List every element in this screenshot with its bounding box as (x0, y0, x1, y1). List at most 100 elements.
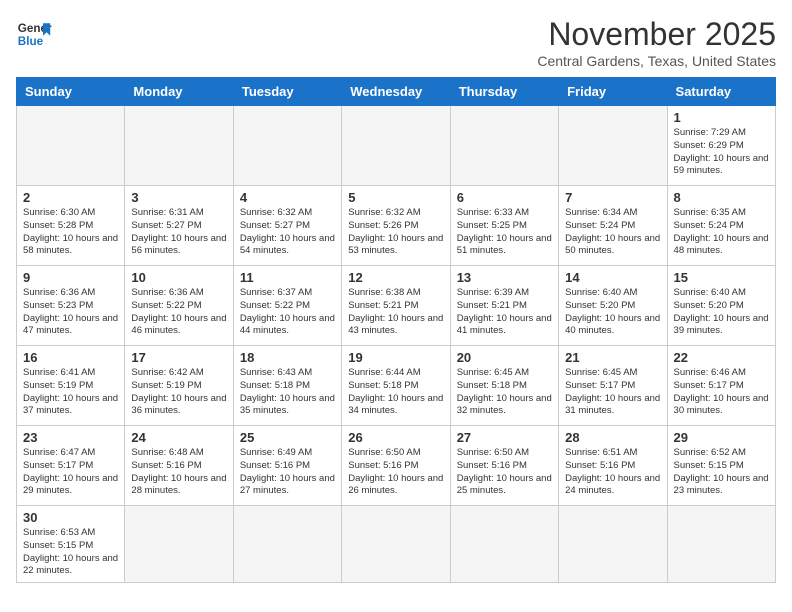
calendar-cell: 29 Sunrise: 6:52 AM Sunset: 5:15 PM Dayli… (667, 426, 775, 506)
day-info: Sunrise: 6:51 AM Sunset: 5:16 PM Dayligh… (565, 447, 660, 498)
day-number: 17 (131, 350, 226, 365)
calendar-cell: 2 Sunrise: 6:30 AM Sunset: 5:28 PM Daylig… (17, 186, 125, 266)
day-info: Sunrise: 6:50 AM Sunset: 5:16 PM Dayligh… (348, 447, 443, 498)
day-number: 23 (23, 430, 118, 445)
calendar-cell: 18 Sunrise: 6:43 AM Sunset: 5:18 PM Dayli… (233, 346, 341, 426)
day-info: Sunrise: 6:53 AM Sunset: 5:15 PM Dayligh… (23, 527, 118, 578)
calendar-cell (233, 506, 341, 583)
day-info: Sunrise: 7:29 AM Sunset: 6:29 PM Dayligh… (674, 127, 769, 178)
day-info: Sunrise: 6:43 AM Sunset: 5:18 PM Dayligh… (240, 367, 335, 418)
day-number: 10 (131, 270, 226, 285)
calendar-cell: 7 Sunrise: 6:34 AM Sunset: 5:24 PM Daylig… (559, 186, 667, 266)
day-number: 11 (240, 270, 335, 285)
logo: General Blue (16, 16, 52, 52)
weekday-header-friday: Friday (559, 78, 667, 106)
day-number: 9 (23, 270, 118, 285)
day-number: 25 (240, 430, 335, 445)
day-number: 2 (23, 190, 118, 205)
weekday-header-wednesday: Wednesday (342, 78, 450, 106)
calendar-cell: 26 Sunrise: 6:50 AM Sunset: 5:16 PM Dayli… (342, 426, 450, 506)
day-info: Sunrise: 6:40 AM Sunset: 5:20 PM Dayligh… (565, 287, 660, 338)
day-number: 8 (674, 190, 769, 205)
day-number: 7 (565, 190, 660, 205)
calendar-cell: 27 Sunrise: 6:50 AM Sunset: 5:16 PM Dayli… (450, 426, 558, 506)
calendar-cell: 10Sunrise: 6:36 AM Sunset: 5:22 PM Dayli… (125, 266, 233, 346)
logo-icon: General Blue (16, 16, 52, 52)
calendar-cell: 15Sunrise: 6:40 AM Sunset: 5:20 PM Dayli… (667, 266, 775, 346)
day-number: 18 (240, 350, 335, 365)
day-info: Sunrise: 6:49 AM Sunset: 5:16 PM Dayligh… (240, 447, 335, 498)
weekday-header-monday: Monday (125, 78, 233, 106)
calendar-cell (667, 506, 775, 583)
calendar-cell (342, 506, 450, 583)
day-info: Sunrise: 6:30 AM Sunset: 5:28 PM Dayligh… (23, 207, 118, 258)
weekday-header-tuesday: Tuesday (233, 78, 341, 106)
calendar-cell: 30 Sunrise: 6:53 AM Sunset: 5:15 PM Dayli… (17, 506, 125, 583)
calendar-cell: 6Sunrise: 6:33 AM Sunset: 5:25 PM Daylig… (450, 186, 558, 266)
calendar-cell (559, 106, 667, 186)
calendar-cell: 4Sunrise: 6:32 AM Sunset: 5:27 PM Daylig… (233, 186, 341, 266)
calendar-cell: 12Sunrise: 6:38 AM Sunset: 5:21 PM Dayli… (342, 266, 450, 346)
calendar-cell: 9 Sunrise: 6:36 AM Sunset: 5:23 PM Daylig… (17, 266, 125, 346)
calendar-cell (233, 106, 341, 186)
calendar-cell: 3 Sunrise: 6:31 AM Sunset: 5:27 PM Daylig… (125, 186, 233, 266)
day-number: 27 (457, 430, 552, 445)
day-number: 21 (565, 350, 660, 365)
calendar-cell (450, 106, 558, 186)
calendar-row-1: 2 Sunrise: 6:30 AM Sunset: 5:28 PM Daylig… (17, 186, 776, 266)
calendar-cell: 28 Sunrise: 6:51 AM Sunset: 5:16 PM Dayli… (559, 426, 667, 506)
day-info: Sunrise: 6:41 AM Sunset: 5:19 PM Dayligh… (23, 367, 118, 418)
day-info: Sunrise: 6:42 AM Sunset: 5:19 PM Dayligh… (131, 367, 226, 418)
calendar-cell (17, 106, 125, 186)
day-number: 28 (565, 430, 660, 445)
title-section: November 2025 Central Gardens, Texas, Un… (537, 16, 776, 69)
day-info: Sunrise: 6:32 AM Sunset: 5:26 PM Dayligh… (348, 207, 443, 258)
calendar-table: SundayMondayTuesdayWednesdayThursdayFrid… (16, 77, 776, 583)
calendar-cell: 22 Sunrise: 6:46 AM Sunset: 5:17 PM Dayli… (667, 346, 775, 426)
calendar-cell: 24 Sunrise: 6:48 AM Sunset: 5:16 PM Dayli… (125, 426, 233, 506)
calendar-cell: 17 Sunrise: 6:42 AM Sunset: 5:19 PM Dayli… (125, 346, 233, 426)
calendar-cell: 11Sunrise: 6:37 AM Sunset: 5:22 PM Dayli… (233, 266, 341, 346)
day-number: 6 (457, 190, 552, 205)
calendar-cell: 19 Sunrise: 6:44 AM Sunset: 5:18 PM Dayli… (342, 346, 450, 426)
day-number: 19 (348, 350, 443, 365)
calendar-cell: 8 Sunrise: 6:35 AM Sunset: 5:24 PM Daylig… (667, 186, 775, 266)
day-number: 24 (131, 430, 226, 445)
calendar-cell: 5 Sunrise: 6:32 AM Sunset: 5:26 PM Daylig… (342, 186, 450, 266)
day-info: Sunrise: 6:38 AM Sunset: 5:21 PM Dayligh… (348, 287, 443, 338)
day-info: Sunrise: 6:31 AM Sunset: 5:27 PM Dayligh… (131, 207, 226, 258)
day-info: Sunrise: 6:46 AM Sunset: 5:17 PM Dayligh… (674, 367, 769, 418)
calendar-cell: 1Sunrise: 7:29 AM Sunset: 6:29 PM Daylig… (667, 106, 775, 186)
calendar-cell (559, 506, 667, 583)
calendar-cell: 23Sunrise: 6:47 AM Sunset: 5:17 PM Dayli… (17, 426, 125, 506)
day-info: Sunrise: 6:52 AM Sunset: 5:15 PM Dayligh… (674, 447, 769, 498)
day-info: Sunrise: 6:32 AM Sunset: 5:27 PM Dayligh… (240, 207, 335, 258)
day-number: 15 (674, 270, 769, 285)
day-number: 3 (131, 190, 226, 205)
day-info: Sunrise: 6:36 AM Sunset: 5:23 PM Dayligh… (23, 287, 118, 338)
month-title: November 2025 (537, 16, 776, 53)
calendar-row-2: 9 Sunrise: 6:36 AM Sunset: 5:23 PM Daylig… (17, 266, 776, 346)
day-info: Sunrise: 6:35 AM Sunset: 5:24 PM Dayligh… (674, 207, 769, 258)
day-info: Sunrise: 6:48 AM Sunset: 5:16 PM Dayligh… (131, 447, 226, 498)
day-number: 16 (23, 350, 118, 365)
day-info: Sunrise: 6:39 AM Sunset: 5:21 PM Dayligh… (457, 287, 552, 338)
calendar-cell (450, 506, 558, 583)
day-info: Sunrise: 6:50 AM Sunset: 5:16 PM Dayligh… (457, 447, 552, 498)
day-info: Sunrise: 6:45 AM Sunset: 5:17 PM Dayligh… (565, 367, 660, 418)
day-number: 26 (348, 430, 443, 445)
day-number: 5 (348, 190, 443, 205)
day-number: 22 (674, 350, 769, 365)
day-info: Sunrise: 6:34 AM Sunset: 5:24 PM Dayligh… (565, 207, 660, 258)
day-info: Sunrise: 6:44 AM Sunset: 5:18 PM Dayligh… (348, 367, 443, 418)
day-number: 30 (23, 510, 118, 525)
day-number: 29 (674, 430, 769, 445)
calendar-row-4: 23Sunrise: 6:47 AM Sunset: 5:17 PM Dayli… (17, 426, 776, 506)
calendar-cell: 20Sunrise: 6:45 AM Sunset: 5:18 PM Dayli… (450, 346, 558, 426)
location-title: Central Gardens, Texas, United States (537, 53, 776, 69)
calendar-cell: 13Sunrise: 6:39 AM Sunset: 5:21 PM Dayli… (450, 266, 558, 346)
calendar-row-5: 30 Sunrise: 6:53 AM Sunset: 5:15 PM Dayli… (17, 506, 776, 583)
day-number: 20 (457, 350, 552, 365)
weekday-header-sunday: Sunday (17, 78, 125, 106)
calendar-cell: 16 Sunrise: 6:41 AM Sunset: 5:19 PM Dayli… (17, 346, 125, 426)
